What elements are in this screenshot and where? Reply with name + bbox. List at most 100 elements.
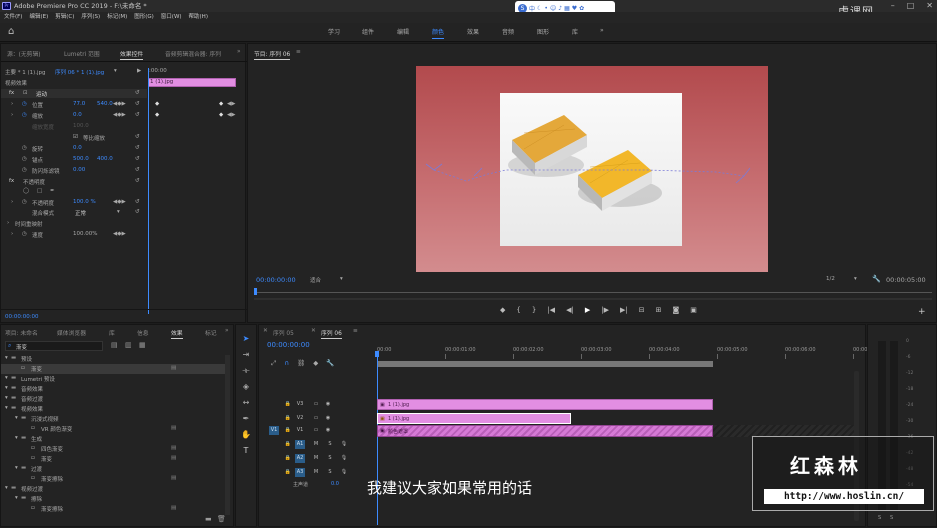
effects-search-input[interactable]: 渐变 <box>16 343 27 351</box>
tab-effect-controls[interactable]: 效果控件 <box>120 49 144 60</box>
effects-tree-item[interactable]: ▾ ▬ 音频过渡 <box>1 394 225 404</box>
add-button-icon[interactable]: + <box>918 307 926 317</box>
mute-toggle[interactable]: M <box>311 468 321 477</box>
scale-keyframe-end-nav[interactable]: ◀▶ <box>227 112 235 120</box>
opacity-value-reset-icon[interactable]: ↺ <box>135 199 140 207</box>
track-target-a3[interactable]: A3 <box>295 468 305 477</box>
opacity-reset-icon[interactable]: ↺ <box>135 178 140 186</box>
menu-marker[interactable]: 标记(M) <box>107 12 127 23</box>
add-marker-icon[interactable]: ◆ <box>500 306 505 318</box>
expand-arrow-icon[interactable]: ▾ <box>5 485 8 491</box>
mark-out-icon[interactable]: } <box>532 306 536 318</box>
track-target-a2[interactable]: A2 <box>295 454 305 463</box>
rotation-value[interactable]: 0.0 <box>73 145 82 153</box>
lock-icon[interactable]: 🔒 <box>283 440 293 449</box>
program-zoom-bar[interactable] <box>254 298 932 300</box>
menu-help[interactable]: 帮助(H) <box>189 12 208 23</box>
extract-icon[interactable]: ⊞ <box>656 306 662 318</box>
tab-info[interactable]: 信息 <box>137 328 149 337</box>
ime-smile-icon[interactable]: ☺ <box>550 5 556 12</box>
pen-tool-icon[interactable]: ✒ <box>240 413 252 425</box>
ec-goto-icon[interactable]: ▶ <box>137 68 141 76</box>
eye-icon[interactable]: ◉ <box>323 414 333 423</box>
mute-toggle[interactable]: M <box>311 454 321 463</box>
expand-arrow-icon[interactable]: ▾ <box>15 465 18 471</box>
effects-tree-item[interactable]: ▾ ▬ 预设 <box>1 354 225 364</box>
sync-lock-icon[interactable]: ▭ <box>311 400 321 409</box>
type-tool-icon[interactable]: T <box>240 445 252 457</box>
fit-chevron-icon[interactable]: ▾ <box>340 276 343 284</box>
delete-icon[interactable]: 🗑 <box>217 515 226 523</box>
effects-more-icon[interactable]: » <box>225 328 229 334</box>
expand-arrow-icon[interactable]: ▾ <box>15 415 18 421</box>
tab-project[interactable]: 项目: 未命名 <box>5 328 38 337</box>
position-stopwatch-icon[interactable]: ◷ <box>22 101 27 109</box>
effects-tree-item[interactable]: ▾ ▬ Lumetri 预设 <box>1 374 225 384</box>
expand-arrow-icon[interactable]: ▾ <box>15 495 18 501</box>
export-frame-icon[interactable]: ◙ <box>672 306 679 318</box>
mask-ellipse-icon[interactable]: ◯ <box>23 188 29 196</box>
voice-record-icon[interactable]: 🎙 <box>339 440 349 449</box>
motion-reset-icon[interactable]: ↺ <box>135 90 140 98</box>
effects-tree-item[interactable]: ▾ ▬ 音频效果 <box>1 384 225 394</box>
yuv-filter-icon[interactable]: ▦ <box>139 341 146 349</box>
ime-dot-icon[interactable]: • <box>544 5 548 12</box>
expand-arrow-icon[interactable]: ▾ <box>5 395 8 401</box>
mark-in-icon[interactable]: { <box>516 306 520 318</box>
ime-keyboard-icon[interactable]: ▦ <box>564 5 570 12</box>
lock-icon[interactable]: 🔒 <box>283 454 293 463</box>
solo-toggle[interactable]: S <box>325 468 335 477</box>
workspace-color[interactable]: 颜色 <box>432 27 445 39</box>
ime-tools-icon[interactable]: ✿ <box>579 5 584 12</box>
minimize-icon[interactable]: – <box>891 0 895 12</box>
effects-tree-item[interactable]: ▫ VR 颜色渐变 ▤ <box>1 424 225 434</box>
expand-arrow-icon[interactable]: ▾ <box>5 405 8 411</box>
motion-path-overlay[interactable] <box>416 66 768 272</box>
anchor-reset-icon[interactable]: ↺ <box>135 156 140 164</box>
home-icon[interactable]: ⌂ <box>8 26 14 37</box>
workspace-effects[interactable]: 效果 <box>467 27 479 36</box>
solo-toggle[interactable]: S <box>325 440 335 449</box>
eye-icon[interactable]: ◉ <box>323 400 333 409</box>
opacity-value[interactable]: 100.0 % <box>73 199 96 207</box>
menu-edit[interactable]: 编辑(E) <box>29 12 48 23</box>
anchor-stopwatch-icon[interactable]: ◷ <box>22 156 27 164</box>
v1-clip[interactable]: ▣ 颜色遮罩 <box>377 425 713 437</box>
program-timecode[interactable]: 00:00:00:00 <box>256 276 296 284</box>
go-to-out-icon[interactable]: ▶| <box>620 306 628 318</box>
blend-mode-chevron-icon[interactable]: ▾ <box>117 209 120 217</box>
uniform-scale-checkbox[interactable]: ☑ <box>73 134 78 142</box>
antiflicker-stopwatch-icon[interactable]: ◷ <box>22 167 27 175</box>
voice-record-icon[interactable]: 🎙 <box>339 468 349 477</box>
maximize-icon[interactable]: □ <box>907 0 915 12</box>
lock-icon[interactable]: 🔒 <box>283 468 293 477</box>
program-menu-icon[interactable]: ≡ <box>296 49 301 55</box>
step-back-icon[interactable]: ◀| <box>566 306 574 318</box>
step-forward-icon[interactable]: |▶ <box>601 306 609 318</box>
speed-expand-icon[interactable]: › <box>11 231 13 239</box>
go-to-in-icon[interactable]: |◀ <box>547 306 555 318</box>
close-icon[interactable]: ✕ <box>926 0 933 12</box>
blend-reset-icon[interactable]: ↺ <box>135 209 140 217</box>
effects-search-box[interactable]: ⌕ 渐变 <box>5 341 103 351</box>
scale-stopwatch-icon[interactable]: ◷ <box>22 112 27 120</box>
mute-toggle[interactable]: M <box>311 440 321 449</box>
lock-icon[interactable]: 🔒 <box>283 426 293 435</box>
rotation-stopwatch-icon[interactable]: ◷ <box>22 145 27 153</box>
compare-icon[interactable]: ▣ <box>690 306 697 318</box>
expand-arrow-icon[interactable]: ▾ <box>5 375 8 381</box>
workspace-audio[interactable]: 音频 <box>502 27 514 36</box>
tab-audio-clip-mixer[interactable]: 音频剪辑混合器: 序列 <box>165 49 230 58</box>
workspace-graphics[interactable]: 图形 <box>537 27 549 36</box>
tab-markers[interactable]: 标记 <box>205 328 217 337</box>
opacity-keyframe-nav[interactable]: ◀◆▶ <box>113 199 126 207</box>
accelerated-filter-icon[interactable]: ▤ <box>111 341 118 349</box>
track-target-v2[interactable]: V2 <box>295 414 305 423</box>
sync-lock-icon[interactable]: ▭ <box>311 426 321 435</box>
program-video-frame[interactable] <box>416 66 768 272</box>
sync-lock-icon[interactable]: ▭ <box>311 414 321 423</box>
program-scrub-bar[interactable] <box>254 292 932 293</box>
scale-reset-icon[interactable]: ↺ <box>135 112 140 120</box>
workspace-learn[interactable]: 学习 <box>328 27 340 36</box>
new-folder-icon[interactable]: ▬ <box>205 515 212 523</box>
